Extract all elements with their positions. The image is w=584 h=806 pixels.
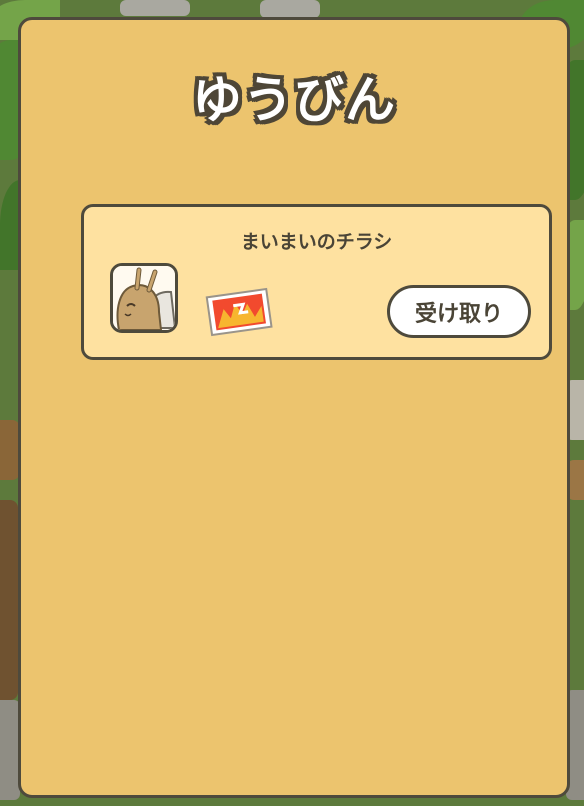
stone-decoration <box>0 700 20 800</box>
log-decoration <box>0 500 18 700</box>
snail-character-icon <box>110 263 178 333</box>
flyer-icon <box>204 285 274 341</box>
mail-item-card: まいまいのチラシ 受け取り <box>81 204 552 360</box>
mail-dialog: ゆうびん まいまいのチラシ 受け取り <box>18 17 570 798</box>
receive-button[interactable]: 受け取り <box>387 285 531 338</box>
mail-sender-title: まいまいのチラシ <box>240 231 393 253</box>
stone-decoration <box>120 0 190 16</box>
stone-decoration <box>260 0 320 18</box>
dialog-title: ゆうびん <box>192 71 396 129</box>
log-decoration <box>0 420 20 480</box>
